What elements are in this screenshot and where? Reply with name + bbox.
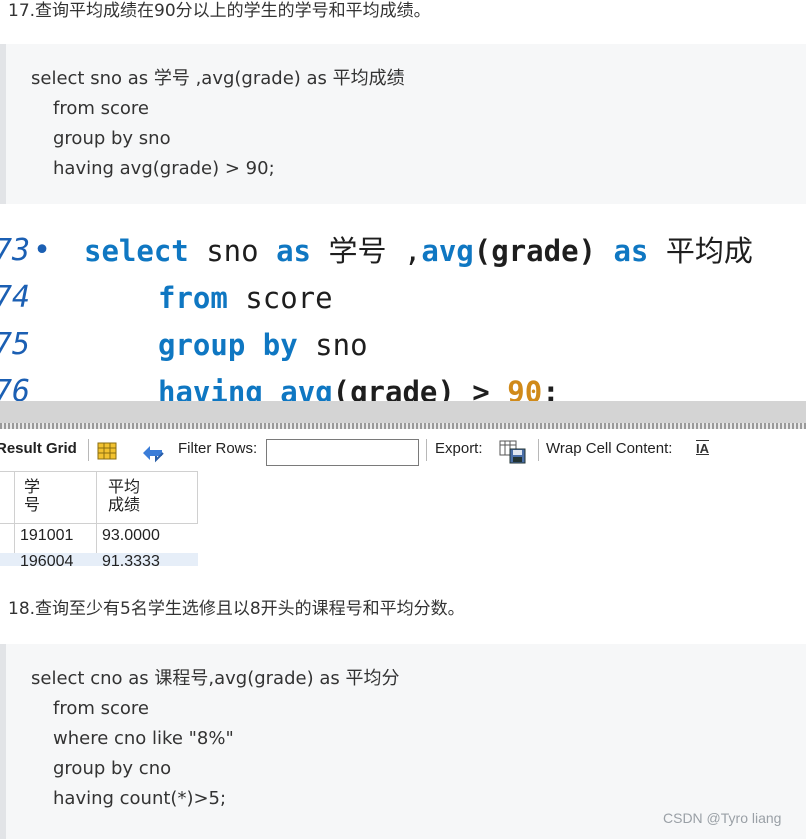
code-line: from score <box>53 98 149 119</box>
code-line: group by sno <box>53 128 171 149</box>
column-header-avg[interactable]: 平均 成绩 <box>108 479 140 515</box>
line-number: 76 <box>0 374 31 401</box>
line-number: 73 <box>0 233 31 268</box>
editor-line-76: having avg(grade) > 90; <box>158 375 560 401</box>
table-cell[interactable]: 196004 <box>20 553 73 566</box>
result-grid: 学号 平均 成绩 191001 93.0000 196004 91.3333 <box>0 471 198 566</box>
result-grid-tab[interactable]: Result Grid <box>0 439 77 459</box>
toolbar-divider <box>538 439 539 461</box>
code-line: select cno as 课程号,avg(grade) as 平均分 <box>31 668 400 689</box>
code-line: having count(*)>5; <box>53 788 227 809</box>
question-17-title: 17.查询平均成绩在90分以上的学生的学号和平均成绩。 <box>8 1 431 21</box>
grid-view-icon[interactable] <box>97 442 117 466</box>
code-line: group by cno <box>53 758 172 779</box>
wrap-cell-content-label: Wrap Cell Content: <box>546 440 673 457</box>
line-number: 75 <box>0 327 31 362</box>
code-block-17: select sno as 学号 ,avg(grade) as 平均成绩 fro… <box>0 44 806 204</box>
export-label: Export: <box>435 440 483 457</box>
code-line: having avg(grade) > 90; <box>53 158 275 179</box>
panel-splitter[interactable] <box>0 401 806 423</box>
editor-line-75: group by sno <box>158 328 368 362</box>
grid-border <box>14 471 15 566</box>
execute-line-bullet-icon: • <box>33 233 52 268</box>
column-header-sno[interactable]: 学号 <box>24 479 40 515</box>
editor-line-74: from score <box>158 281 333 315</box>
question-18-title: 18.查询至少有5名学生选修且以8开头的课程号和平均分数。 <box>8 599 465 619</box>
grid-border <box>0 523 198 524</box>
export-icon[interactable] <box>499 440 527 470</box>
grid-border <box>96 471 97 566</box>
editor-line-73: select sno as 学号 ,avg(grade) as 平均成 <box>84 234 753 268</box>
code-line: select sno as 学号 ,avg(grade) as 平均成绩 <box>31 68 405 89</box>
refresh-icon[interactable] <box>140 443 166 469</box>
table-cell[interactable]: 93.0000 <box>102 527 160 545</box>
code-line: where cno like "8%" <box>53 728 234 749</box>
table-cell[interactable]: 191001 <box>20 527 73 545</box>
table-cell[interactable]: 91.3333 <box>102 553 160 566</box>
filter-rows-label: Filter Rows: <box>178 440 258 457</box>
filter-rows-input[interactable] <box>266 439 419 466</box>
toolbar-divider <box>88 439 89 461</box>
line-number: 74 <box>0 280 31 315</box>
toolbar-divider <box>426 439 427 461</box>
csdn-watermark: CSDN @Tyro liang <box>663 810 782 826</box>
sql-editor[interactable]: 73 • 74 75 76 select sno as 学号 ,avg(grad… <box>0 204 806 401</box>
wrap-cell-toggle-icon[interactable]: IA <box>696 439 709 459</box>
grid-border <box>197 471 198 524</box>
code-line: from score <box>53 698 149 719</box>
grid-border <box>0 471 198 472</box>
